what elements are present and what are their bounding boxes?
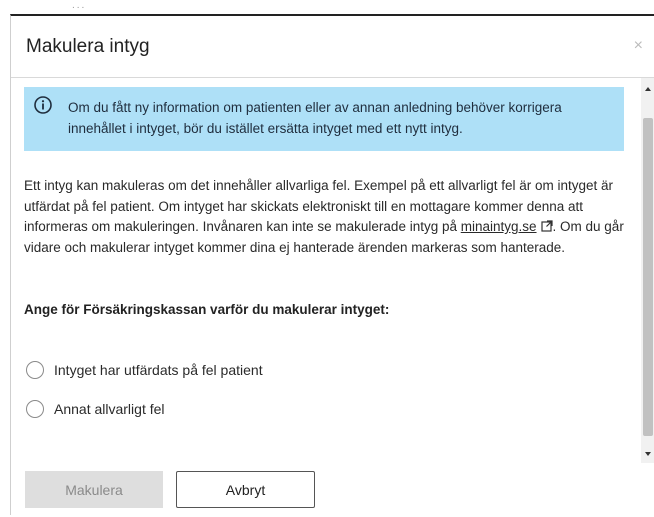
scroll-down-arrow-icon[interactable] [641,447,654,461]
external-link-icon[interactable] [540,220,553,232]
radio-option-annat-fel[interactable]: Annat allvarligt fel [26,398,165,420]
info-icon [34,96,52,114]
dialog-header: Makulera intyg × [11,16,654,78]
radio-label[interactable]: Annat allvarligt fel [54,401,165,417]
makulera-button[interactable]: Makulera [25,471,163,508]
info-text: Om du fått ny information om patienten e… [68,100,562,136]
dialog-title: Makulera intyg [26,36,150,57]
minaintyg-link[interactable]: minaintyg.se [461,219,537,234]
close-icon[interactable]: × [634,38,643,54]
reason-question-label: Ange för Försäkringskassan varför du mak… [24,302,390,317]
makulera-dialog: Makulera intyg × Om du fått ny informati… [10,14,654,515]
radio-button[interactable] [26,361,44,379]
info-alert: Om du fått ny information om patienten e… [24,87,624,151]
dialog-scrollbar[interactable] [641,78,654,463]
radio-label[interactable]: Intyget har utfärdats på fel patient [54,362,263,378]
background-page: ... [0,0,654,14]
radio-option-fel-patient[interactable]: Intyget har utfärdats på fel patient [26,359,263,381]
scroll-thumb[interactable] [643,118,653,436]
description-text: Ett intyg kan makuleras om det innehålle… [24,176,628,258]
dialog-footer: Makulera Avbryt [11,463,654,517]
scroll-up-arrow-icon[interactable] [641,82,654,96]
avbryt-button[interactable]: Avbryt [176,471,315,508]
radio-button[interactable] [26,400,44,418]
background-text: ... [72,0,87,11]
dialog-body: Om du fått ny information om patienten e… [11,78,641,463]
